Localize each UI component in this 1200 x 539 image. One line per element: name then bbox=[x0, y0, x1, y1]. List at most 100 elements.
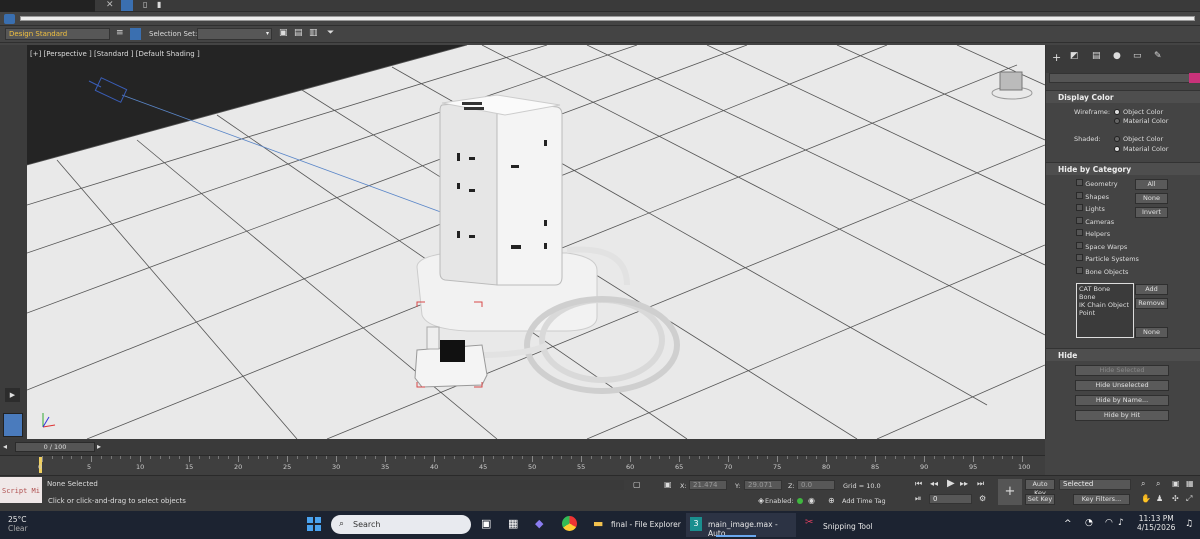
walkthrough-icon[interactable]: ♟ bbox=[1156, 494, 1163, 503]
maximize-viewport-icon[interactable]: ⤢ bbox=[1186, 494, 1192, 504]
list-item[interactable]: Bone bbox=[1079, 293, 1131, 301]
motion-tab-icon[interactable]: ● bbox=[1113, 51, 1121, 61]
tower-right-face[interactable] bbox=[496, 99, 563, 286]
invert-button[interactable]: Invert bbox=[1135, 207, 1168, 218]
y-coord-field[interactable]: 29.071 bbox=[744, 480, 782, 490]
category-checkbox[interactable] bbox=[1076, 241, 1083, 249]
viewport-label[interactable]: [+] [Perspective ] [Standard ] [Default … bbox=[30, 50, 200, 58]
hide-by-hit-button[interactable]: Hide by Hit bbox=[1075, 410, 1169, 421]
category-checkbox[interactable] bbox=[1076, 266, 1083, 274]
chevron-up-icon[interactable]: ^ bbox=[1064, 519, 1072, 529]
snipping-task[interactable]: ✂ Snipping Tool bbox=[803, 513, 883, 537]
key-mode-dropdown[interactable]: Selected bbox=[1059, 479, 1131, 490]
named-sets-icon[interactable] bbox=[130, 28, 141, 40]
copilot-icon[interactable]: ◆ bbox=[535, 517, 543, 530]
category-checkbox[interactable] bbox=[1076, 216, 1083, 224]
current-frame-field[interactable]: 0 bbox=[929, 494, 972, 504]
filter-icon[interactable]: ⏷ bbox=[327, 28, 334, 38]
time-tag-icon[interactable]: ◉ bbox=[808, 496, 815, 505]
tower-left-face[interactable] bbox=[439, 99, 498, 286]
modify-tab-icon[interactable]: ◩ bbox=[1070, 51, 1079, 61]
list-item[interactable]: Point bbox=[1079, 309, 1131, 317]
object-color-swatch[interactable] bbox=[1189, 73, 1200, 83]
z-coord-field[interactable]: 0.0 bbox=[797, 480, 835, 490]
track-bar[interactable]: 0 5 10 15 20 25 30 35 40 45 50 55 60 65 70 75 80 85 90 95 10… bbox=[0, 455, 1045, 475]
category-item[interactable]: Lights bbox=[1076, 204, 1139, 217]
hide-unselected-button[interactable]: Hide Unselected bbox=[1075, 380, 1169, 391]
selection-set-dropdown[interactable]: ▾ bbox=[197, 28, 272, 40]
utilities-tab-icon[interactable]: ✎ bbox=[1154, 51, 1162, 61]
pan-icon[interactable]: ✋ bbox=[1141, 494, 1151, 503]
zoom-all-icon[interactable]: ⌕ bbox=[1156, 479, 1160, 489]
shaded-object-color-radio[interactable] bbox=[1114, 136, 1120, 142]
category-item[interactable]: Space Warps bbox=[1076, 241, 1139, 255]
go-to-start-icon[interactable]: ⏮ bbox=[915, 479, 922, 489]
x-coord-field[interactable]: 21.474 bbox=[689, 480, 727, 490]
previous-frame-icon[interactable]: ◂◂ bbox=[930, 479, 938, 488]
widgets-icon[interactable]: ▦ bbox=[508, 517, 518, 530]
network-status-icon[interactable]: ◔ bbox=[1085, 518, 1093, 528]
edit-named-sets-icon[interactable]: ▣ bbox=[279, 28, 288, 38]
category-item[interactable]: Shapes bbox=[1076, 191, 1139, 205]
perspective-viewport[interactable]: [+] [Perspective ] [Standard ] [Default … bbox=[27, 45, 1045, 439]
adaptive-degradation-icon[interactable]: ◈ bbox=[758, 496, 764, 505]
object-name-field[interactable] bbox=[1049, 73, 1197, 83]
volume-icon[interactable]: ♪ bbox=[1118, 518, 1124, 528]
notifications-icon[interactable]: ♫ bbox=[1185, 519, 1193, 529]
set-key-big-button[interactable]: + bbox=[998, 479, 1022, 505]
category-checkbox[interactable] bbox=[1076, 191, 1083, 199]
category-item[interactable]: Bone Objects bbox=[1076, 266, 1139, 280]
mirror-icon[interactable]: ▥ bbox=[309, 28, 318, 38]
play-animation-icon[interactable]: ▶ bbox=[947, 478, 955, 489]
hide-header[interactable]: Hide bbox=[1046, 348, 1200, 361]
list-item[interactable]: CAT Bone bbox=[1079, 285, 1131, 293]
clock[interactable]: 11:13 PM 4/15/2026 bbox=[1137, 514, 1175, 532]
orbit-icon[interactable]: ✣ bbox=[1172, 494, 1179, 503]
auto-key-button[interactable]: Auto Key bbox=[1025, 479, 1055, 497]
category-listbox[interactable]: CAT Bone Bone IK Chain Object Point bbox=[1076, 283, 1134, 338]
selection-lock-icon[interactable]: ▣ bbox=[664, 480, 672, 489]
display-color-header[interactable]: Display Color bbox=[1046, 90, 1200, 103]
zoom-icon[interactable]: ⌕ bbox=[1141, 479, 1145, 489]
zoom-extents-all-icon[interactable]: ▦ bbox=[1186, 479, 1194, 488]
maxscript-listener[interactable]: Script Mi bbox=[0, 477, 42, 503]
play-icon[interactable]: ▶ bbox=[5, 388, 20, 402]
category-item[interactable]: Particle Systems bbox=[1076, 254, 1139, 267]
isolate-toggle-icon[interactable]: ▢ bbox=[633, 480, 641, 489]
category-checkbox[interactable] bbox=[1076, 204, 1083, 211]
category-item[interactable]: Geometry bbox=[1076, 179, 1139, 192]
time-slider[interactable]: 0 / 100 bbox=[15, 442, 95, 452]
viewport-scene[interactable] bbox=[27, 45, 1045, 439]
wireframe-object-color-radio[interactable] bbox=[1114, 109, 1120, 115]
next-frame-icon[interactable]: ▸▸ bbox=[960, 479, 968, 488]
hide-by-category-header[interactable]: Hide by Category bbox=[1046, 162, 1200, 175]
hierarchy-tab-icon[interactable]: ▤ bbox=[1092, 51, 1101, 61]
category-checkbox[interactable] bbox=[1076, 179, 1083, 186]
workspace-dropdown[interactable]: Design Standard bbox=[5, 28, 110, 40]
wifi-icon[interactable]: ◠ bbox=[1105, 518, 1113, 528]
remove-button[interactable]: Remove bbox=[1135, 298, 1168, 309]
layers-icon[interactable]: ≡ bbox=[116, 28, 124, 38]
list-item[interactable]: IK Chain Object bbox=[1079, 301, 1131, 309]
category-checkbox[interactable] bbox=[1076, 254, 1083, 261]
tag-icon[interactable]: ⊕ bbox=[828, 496, 835, 505]
file-explorer-task[interactable]: ▬ final - File Explorer bbox=[590, 513, 682, 537]
shaded-material-color-radio[interactable] bbox=[1114, 146, 1120, 152]
search-box[interactable]: ⌕ Search bbox=[331, 515, 471, 534]
windows-start-icon[interactable] bbox=[307, 517, 321, 531]
hide-by-name-button[interactable]: Hide by Name... bbox=[1075, 395, 1169, 406]
set-key-button[interactable]: Set Key bbox=[1025, 494, 1055, 505]
max-task[interactable]: 3 main_image.max - Auto bbox=[686, 513, 796, 538]
none-button-2[interactable]: None bbox=[1135, 327, 1168, 338]
key-filters-button[interactable]: Key Filters... bbox=[1073, 494, 1130, 505]
ribbon-field[interactable] bbox=[20, 16, 1195, 21]
add-button[interactable]: Add bbox=[1135, 284, 1168, 295]
wireframe-material-color-radio[interactable] bbox=[1114, 118, 1120, 124]
category-checkbox[interactable] bbox=[1076, 229, 1083, 236]
create-tab-icon[interactable]: + bbox=[1052, 51, 1061, 64]
time-config-icon[interactable]: ⚙ bbox=[979, 494, 986, 503]
category-item[interactable]: Helpers bbox=[1076, 229, 1139, 242]
viewport-layout-icon[interactable] bbox=[3, 413, 23, 437]
pin-icon[interactable]: ▮ bbox=[157, 0, 161, 9]
all-button[interactable]: All bbox=[1135, 179, 1168, 190]
